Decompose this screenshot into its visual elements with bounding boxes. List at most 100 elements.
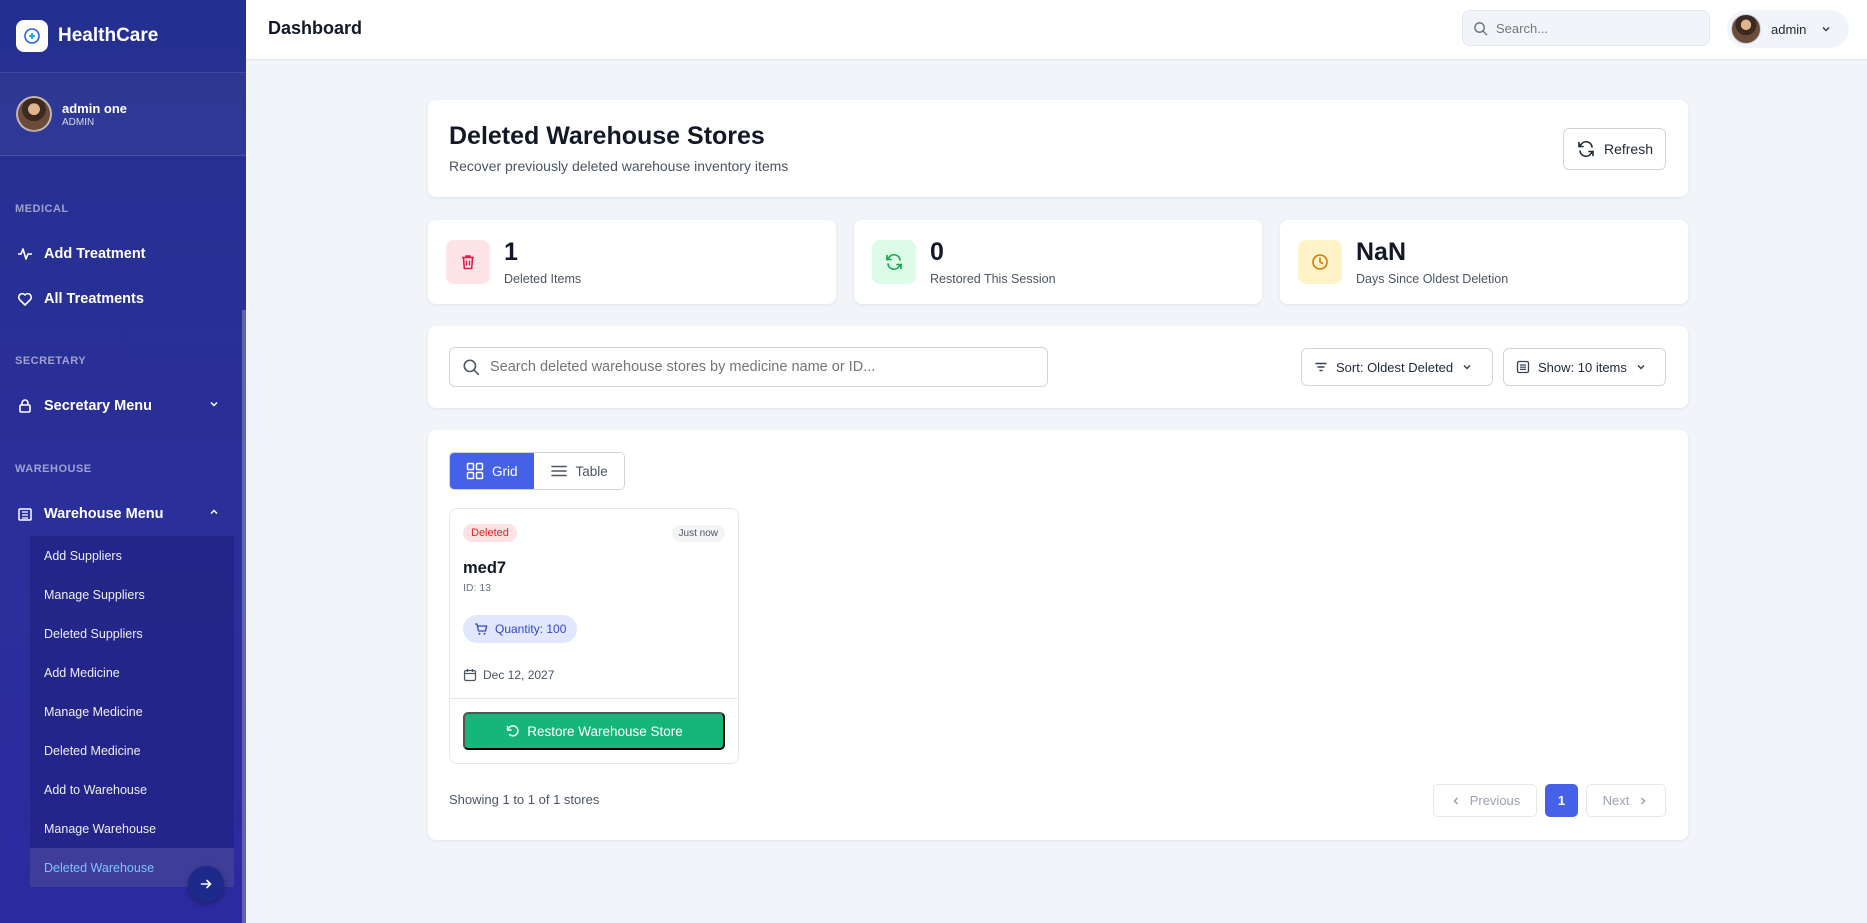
global-search-input[interactable]: [1496, 20, 1696, 36]
chevron-left-icon: [1450, 795, 1462, 807]
activity-icon: [16, 245, 34, 263]
deleted-search-input[interactable]: [490, 359, 1030, 375]
page-number-button[interactable]: 1: [1545, 784, 1578, 817]
grid-view-label: Grid: [492, 463, 518, 479]
stat-card-deleted: 1 Deleted Items: [428, 220, 836, 304]
sidebar-subitem-add-to-warehouse[interactable]: Add to Warehouse: [30, 770, 234, 809]
heart-icon: [16, 290, 34, 308]
results-panel: Grid Table Deleted Just now med7 ID: 13 …: [428, 430, 1688, 840]
sort-dropdown[interactable]: Sort: Oldest Deleted: [1301, 348, 1493, 386]
deleted-search[interactable]: [449, 347, 1048, 387]
item-name: med7: [463, 559, 507, 577]
stat-label: Days Since Oldest Deletion: [1356, 272, 1509, 286]
stat-card-restored: 0 Restored This Session: [854, 220, 1262, 304]
section-secretary: SECRETARY: [15, 355, 87, 367]
restore-warehouse-store-button[interactable]: Restore Warehouse Store: [463, 712, 725, 750]
grid-view-button[interactable]: Grid: [450, 453, 534, 489]
restore-label: Restore Warehouse Store: [527, 723, 683, 739]
page-header-card: Deleted Warehouse Stores Recover previou…: [428, 100, 1688, 197]
section-warehouse: WAREHOUSE: [15, 463, 92, 475]
avatar: [1731, 14, 1761, 44]
stat-card-days: NaN Days Since Oldest Deletion: [1280, 220, 1688, 304]
chevron-down-icon: [1461, 361, 1473, 373]
stat-label: Restored This Session: [930, 272, 1056, 286]
refresh-label: Refresh: [1603, 141, 1654, 157]
sidebar-subitem-deleted-medicine[interactable]: Deleted Medicine: [30, 731, 234, 770]
section-medical: MEDICAL: [15, 203, 69, 215]
pagination-summary: Showing 1 to 1 of 1 stores: [449, 792, 600, 807]
sidebar-user-role: ADMIN: [62, 116, 95, 128]
sidebar-user-name: admin one: [62, 100, 128, 116]
page-title: Dashboard: [268, 18, 363, 38]
brand-logo-icon: [16, 20, 48, 52]
filter-icon: [1314, 360, 1328, 374]
stat-value: 0: [930, 238, 944, 266]
trash-icon: [446, 240, 490, 284]
status-badge: Deleted: [463, 524, 517, 542]
sidebar-scrollbar[interactable]: [242, 310, 246, 923]
user-menu[interactable]: admin: [1727, 10, 1849, 48]
topbar: Dashboard admin: [246, 0, 1867, 60]
item-date-text: Dec 12, 2027: [483, 668, 555, 682]
sidebar-subitem-manage-suppliers[interactable]: Manage Suppliers: [30, 575, 234, 614]
divider: [450, 698, 738, 699]
sidebar-item-label: All Treatments: [44, 291, 144, 307]
filter-bar: Sort: Oldest Deleted Show: 10 items: [428, 326, 1688, 408]
warehouse-submenu: Add Suppliers Manage Suppliers Deleted S…: [30, 536, 234, 887]
next-label: Next: [1602, 793, 1630, 808]
sidebar-subitem-add-suppliers[interactable]: Add Suppliers: [30, 536, 234, 575]
sidebar-item-warehouse-menu[interactable]: Warehouse Menu: [0, 494, 246, 534]
sidebar-subitem-deleted-suppliers[interactable]: Deleted Suppliers: [30, 614, 234, 653]
chevron-down-icon: [1820, 23, 1832, 35]
chevron-right-icon: [1637, 795, 1649, 807]
view-toggle: Grid Table: [449, 452, 625, 490]
table-view-button[interactable]: Table: [533, 453, 624, 489]
page-size-dropdown[interactable]: Show: 10 items: [1503, 348, 1666, 386]
collapse-sidebar-button[interactable]: [188, 866, 224, 902]
quantity-label: Quantity: 100: [495, 622, 567, 636]
sidebar-item-label: Secretary Menu: [44, 398, 152, 414]
time-badge: Just now: [671, 525, 725, 542]
sidebar-item-all-treatments[interactable]: All Treatments: [0, 279, 246, 319]
sidebar: HealthCare admin one ADMIN MEDICAL Add T…: [0, 0, 246, 923]
global-search[interactable]: [1462, 10, 1710, 46]
previous-page-button[interactable]: Previous: [1433, 784, 1537, 817]
stat-value: 1: [504, 238, 518, 266]
page-size-label: Show: 10 items: [1538, 359, 1627, 375]
next-page-button[interactable]: Next: [1586, 784, 1666, 817]
list-icon: [550, 462, 568, 480]
table-view-label: Table: [575, 463, 608, 479]
sidebar-item-secretary-menu[interactable]: Secretary Menu: [0, 386, 246, 426]
search-icon: [462, 358, 480, 376]
sidebar-item-label: Warehouse Menu: [44, 506, 164, 522]
calendar-icon: [463, 668, 477, 682]
previous-label: Previous: [1469, 793, 1521, 808]
refresh-button[interactable]: Refresh: [1563, 128, 1666, 170]
building-icon: [16, 505, 34, 523]
brand-name: HealthCare: [58, 25, 159, 46]
page-subtitle: Recover previously deleted warehouse inv…: [449, 158, 789, 174]
warehouse-store-card: Deleted Just now med7 ID: 13 Quantity: 1…: [449, 508, 739, 764]
stat-label: Deleted Items: [504, 272, 582, 286]
user-menu-name: admin: [1771, 21, 1807, 37]
item-date: Dec 12, 2027: [463, 668, 554, 682]
sidebar-subitem-add-medicine[interactable]: Add Medicine: [30, 653, 234, 692]
sidebar-item-label: Add Treatment: [44, 246, 146, 262]
refresh-icon: [1576, 139, 1596, 159]
sort-label: Sort: Oldest Deleted: [1336, 359, 1454, 375]
arrow-right-icon: [199, 877, 213, 891]
search-icon: [1473, 21, 1488, 36]
page-heading: Deleted Warehouse Stores: [449, 122, 765, 150]
brand[interactable]: HealthCare: [0, 0, 246, 73]
grid-icon: [466, 462, 484, 480]
chevron-down-icon: [208, 398, 220, 414]
stat-value: NaN: [1356, 238, 1407, 266]
sidebar-subitem-manage-warehouse[interactable]: Manage Warehouse: [30, 809, 234, 848]
avatar: [16, 96, 52, 132]
cart-icon: [474, 622, 488, 636]
sidebar-subitem-manage-medicine[interactable]: Manage Medicine: [30, 692, 234, 731]
item-id: ID: 13: [463, 582, 492, 594]
sidebar-item-add-treatment[interactable]: Add Treatment: [0, 234, 246, 274]
clock-icon: [1298, 240, 1342, 284]
sidebar-user[interactable]: admin one ADMIN: [0, 73, 246, 156]
